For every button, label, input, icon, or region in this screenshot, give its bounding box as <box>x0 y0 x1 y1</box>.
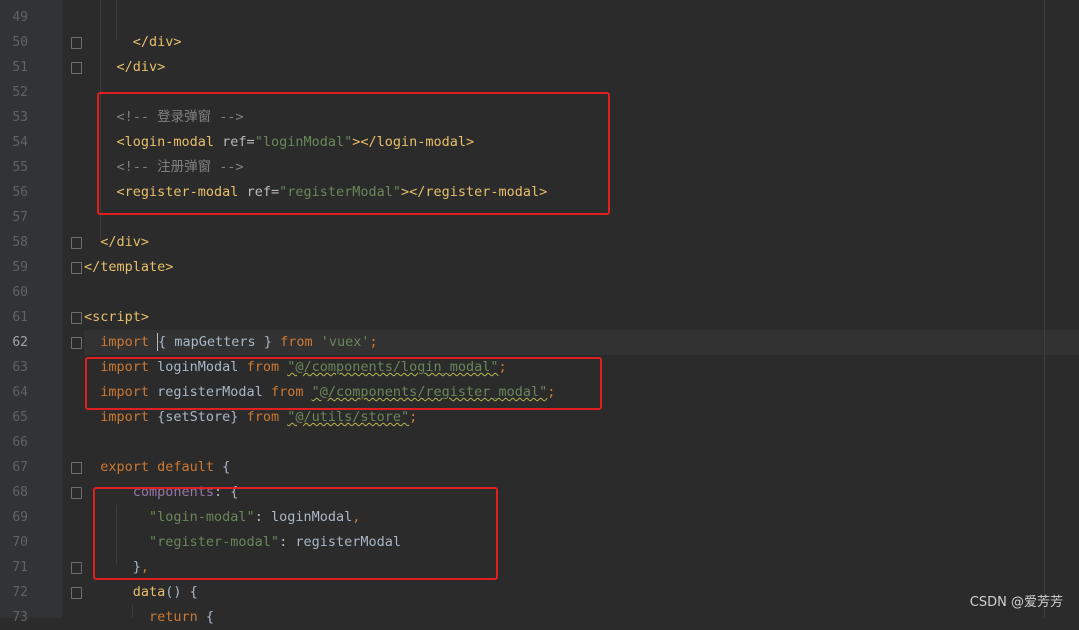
code-line[interactable]: 49 <box>0 5 1079 30</box>
line-number: 54 <box>12 135 28 150</box>
code-line[interactable]: 60 <box>0 280 1079 305</box>
code-token: "@/utils/store" <box>287 409 410 425</box>
line-number: 64 <box>12 385 28 400</box>
fold-marker-icon[interactable] <box>71 62 82 74</box>
line-number: 69 <box>12 510 28 525</box>
code-token: from <box>246 409 288 425</box>
code-line[interactable]: 59 </template> <box>0 255 1079 280</box>
code-line[interactable]: 58 </div> <box>0 230 1079 255</box>
code-token: <script> <box>84 309 150 325</box>
line-number: 63 <box>12 360 28 375</box>
line-number: 57 <box>12 210 28 225</box>
code-token: </div> <box>84 34 182 50</box>
line-number: 72 <box>12 585 28 600</box>
code-line[interactable]: 51 </div> <box>0 55 1079 80</box>
line-number: 55 <box>12 160 28 175</box>
code-text: export default { <box>84 455 230 480</box>
line-number: 67 <box>12 460 28 475</box>
fold-marker-icon[interactable] <box>71 37 82 49</box>
code-token: return <box>84 609 206 625</box>
annotation-box-imports <box>85 357 602 410</box>
line-number: 65 <box>12 410 28 425</box>
code-text: data() { <box>84 580 198 605</box>
code-token: 'vuex' <box>320 334 370 350</box>
code-text: </div> <box>84 55 166 80</box>
line-number: 60 <box>12 285 28 300</box>
code-token: </div> <box>84 234 150 250</box>
fold-marker-icon[interactable] <box>71 587 82 599</box>
line-number: 52 <box>12 85 28 100</box>
code-token: {setStore} <box>157 409 247 425</box>
fold-marker-icon[interactable] <box>71 487 82 499</box>
line-number: 62 <box>12 335 28 350</box>
code-token: </template> <box>84 259 174 275</box>
line-number: 51 <box>12 60 28 75</box>
annotation-box-components <box>93 487 498 580</box>
code-token: ; <box>369 334 378 350</box>
code-text: import { mapGetters } from 'vuex'; <box>84 330 378 355</box>
annotation-box-template <box>97 92 610 215</box>
code-line[interactable]: 61 <script> <box>0 305 1079 330</box>
code-token: { <box>205 609 215 625</box>
code-text: <script> <box>84 305 149 330</box>
fold-marker-icon[interactable] <box>71 312 82 324</box>
code-token: from <box>280 334 321 350</box>
fold-marker-icon[interactable] <box>71 237 82 249</box>
fold-marker-icon[interactable] <box>71 462 82 474</box>
line-number: 70 <box>12 535 28 550</box>
line-number: 49 <box>12 10 28 25</box>
code-line[interactable]: 67 export default { <box>0 455 1079 480</box>
code-line[interactable]: 66 <box>0 430 1079 455</box>
code-token: { <box>222 459 231 475</box>
line-number: 58 <box>12 235 28 250</box>
code-token: export default <box>84 459 223 475</box>
line-number: 71 <box>12 560 28 575</box>
fold-marker-icon[interactable] <box>71 262 82 274</box>
line-number: 59 <box>12 260 28 275</box>
code-token: import <box>84 334 158 350</box>
line-number: 66 <box>12 435 28 450</box>
code-text: </template> <box>84 255 173 280</box>
line-number: 68 <box>12 485 28 500</box>
code-token: ; <box>409 409 418 425</box>
code-token: () { <box>165 584 198 600</box>
line-number: 50 <box>12 35 28 50</box>
line-number: 53 <box>12 110 28 125</box>
code-token: import <box>84 409 158 425</box>
code-token: data <box>132 584 166 600</box>
code-line[interactable]: 62 import { mapGetters } from 'vuex'; <box>0 330 1079 355</box>
line-number: 56 <box>12 185 28 200</box>
code-token: </div> <box>84 59 166 75</box>
fold-marker-icon[interactable] <box>71 562 82 574</box>
code-token: { mapGetters } <box>158 334 281 350</box>
line-number: 61 <box>12 310 28 325</box>
code-line[interactable]: 72 data() { <box>0 580 1079 605</box>
code-line[interactable]: 50 </div> <box>0 30 1079 55</box>
code-text: </div> <box>84 230 149 255</box>
watermark: CSDN @爱芳芳 <box>969 595 1063 610</box>
code-text: </div> <box>84 30 182 55</box>
fold-marker-icon[interactable] <box>71 337 82 349</box>
